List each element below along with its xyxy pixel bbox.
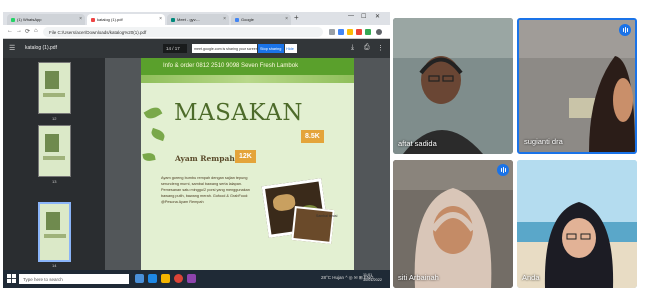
price-badge: 8.5K xyxy=(301,130,324,143)
tab-label: (1) WhatsApp xyxy=(17,17,42,22)
taskbar-search-input[interactable]: Type here to search xyxy=(19,274,129,284)
catalog-page: Info & order 0812 2510 9098 Seven Fresh … xyxy=(141,58,354,270)
pdf-file-name: katalog (1).pdf xyxy=(25,45,57,51)
leaf-decoration xyxy=(149,127,167,142)
print-icon[interactable]: ⎙ xyxy=(364,44,370,52)
thumbnail-page-number: 13 xyxy=(52,179,57,184)
hide-button[interactable]: Hide xyxy=(285,44,297,53)
task-view-icon[interactable] xyxy=(135,274,144,283)
close-icon[interactable]: × xyxy=(285,16,288,22)
price-badge: 12K xyxy=(235,150,256,163)
participant-name: Anda xyxy=(522,273,540,282)
tab-google[interactable]: Google × xyxy=(231,14,291,25)
close-icon[interactable]: × xyxy=(79,16,82,22)
sharing-notice: meet.google.com is sharing your screen xyxy=(192,44,257,53)
forward-icon[interactable]: → xyxy=(16,28,22,34)
extension-icon[interactable] xyxy=(329,29,335,35)
url-field[interactable]: File C:/Users/acer/Downloads/katalog%20(… xyxy=(43,27,323,37)
address-bar-row: ← → ⟳ ⌂ File C:/Users/acer/Downloads/kat… xyxy=(3,25,390,39)
windows-taskbar: Type here to search 28°C Hujan ^ ◎ ✉ ⊞ E… xyxy=(3,270,390,288)
participant-video xyxy=(517,160,637,288)
extension-icon[interactable] xyxy=(365,29,371,35)
extension-icon[interactable] xyxy=(347,29,353,35)
more-icon[interactable]: ⋮ xyxy=(377,44,384,52)
participant-tile[interactable]: aftat sadida xyxy=(393,18,513,154)
tab-label: Google xyxy=(241,17,254,22)
participant-video xyxy=(393,18,513,154)
thumbnail-page-number: 12 xyxy=(52,116,57,121)
tab-pdf[interactable]: katalog (1).pdf × xyxy=(87,14,165,25)
google-icon xyxy=(235,17,239,22)
participant-tile[interactable]: siti Arbainah xyxy=(393,160,513,288)
extension-icon[interactable] xyxy=(338,29,344,35)
menu-icon[interactable]: ☰ xyxy=(9,44,15,52)
meet-icon xyxy=(171,17,175,22)
windows-start-icon[interactable] xyxy=(7,274,16,283)
whatsapp-icon xyxy=(11,17,15,22)
participant-name: siti Arbainah xyxy=(398,273,439,282)
page-thumbnail-selected[interactable] xyxy=(38,202,71,262)
side-dish-label: Sambal terasi xyxy=(316,214,338,218)
stop-sharing-button[interactable]: Stop sharing xyxy=(258,44,284,53)
catalog-contact-info: Info & order 0812 2510 9098 Seven Fresh … xyxy=(163,63,299,69)
file-explorer-icon[interactable] xyxy=(161,274,170,283)
leaf-border-decoration xyxy=(141,75,354,83)
edge-icon[interactable] xyxy=(148,274,157,283)
pdf-viewer[interactable]: Info & order 0812 2510 9098 Seven Fresh … xyxy=(105,58,390,270)
tab-label: Meet - gyv-... xyxy=(177,17,201,22)
participant-name: aftat sadida xyxy=(398,139,437,148)
page-thumbnail[interactable] xyxy=(38,62,71,114)
chrome-icon[interactable] xyxy=(174,274,183,283)
catalog-header-band: Info & order 0812 2510 9098 Seven Fresh … xyxy=(141,58,354,75)
profile-avatar[interactable] xyxy=(376,29,382,35)
page-indicator[interactable]: 14 / 17 xyxy=(163,44,187,53)
back-icon[interactable]: ← xyxy=(7,28,13,34)
browser-tab-bar: (1) WhatsApp × katalog (1).pdf × Meet - … xyxy=(3,12,390,25)
leaf-decoration xyxy=(142,152,156,162)
app-icon[interactable] xyxy=(187,274,196,283)
new-tab-icon[interactable]: + xyxy=(294,13,299,22)
dish-name: Ayam Rempah xyxy=(175,154,235,163)
clock-date: 30/01/2022 xyxy=(363,278,383,282)
minimize-icon[interactable]: — xyxy=(348,13,354,19)
close-icon[interactable]: × xyxy=(159,16,162,22)
home-icon[interactable]: ⌂ xyxy=(34,28,38,34)
speaking-indicator-icon xyxy=(497,164,509,176)
reload-icon[interactable]: ⟳ xyxy=(25,28,30,35)
download-icon[interactable]: ⤓ xyxy=(351,44,354,52)
participant-video xyxy=(519,20,635,152)
pdf-thumbnail-sidebar: 12 13 14 xyxy=(3,58,105,270)
tab-label: katalog (1).pdf xyxy=(97,17,123,22)
leaf-decoration xyxy=(143,104,163,122)
maximize-icon[interactable]: ☐ xyxy=(361,13,366,20)
catalog-title: MASAKAN xyxy=(174,100,304,126)
tab-whatsapp[interactable]: (1) WhatsApp × xyxy=(7,14,85,25)
extension-icon[interactable] xyxy=(356,29,362,35)
thumbnail-page-number: 14 xyxy=(52,263,57,268)
window-close-icon[interactable]: ✕ xyxy=(375,13,380,20)
tab-meet[interactable]: Meet - gyv-... × xyxy=(167,14,229,25)
taskbar-clock[interactable]: 11:01 30/01/2022 xyxy=(363,273,382,283)
shared-screen: (1) WhatsApp × katalog (1).pdf × Meet - … xyxy=(3,12,390,288)
page-thumbnail[interactable] xyxy=(38,125,71,177)
participant-name: sugianti dra xyxy=(524,137,563,146)
speaking-indicator-icon xyxy=(619,24,631,36)
participant-tile[interactable]: Anda xyxy=(517,160,637,288)
participant-video xyxy=(393,160,513,288)
food-photo xyxy=(291,206,335,244)
meet-window: (1) WhatsApp × katalog (1).pdf × Meet - … xyxy=(0,0,650,293)
participant-tile[interactable]: sugianti dra xyxy=(517,18,637,154)
dish-description: Ayam goreng bumbu rempah dengan sajian t… xyxy=(161,176,250,204)
pdf-toolbar: ☰ katalog (1).pdf 14 / 17 meet.google.co… xyxy=(3,39,390,58)
close-icon[interactable]: × xyxy=(223,16,226,22)
pdf-icon xyxy=(91,17,95,22)
